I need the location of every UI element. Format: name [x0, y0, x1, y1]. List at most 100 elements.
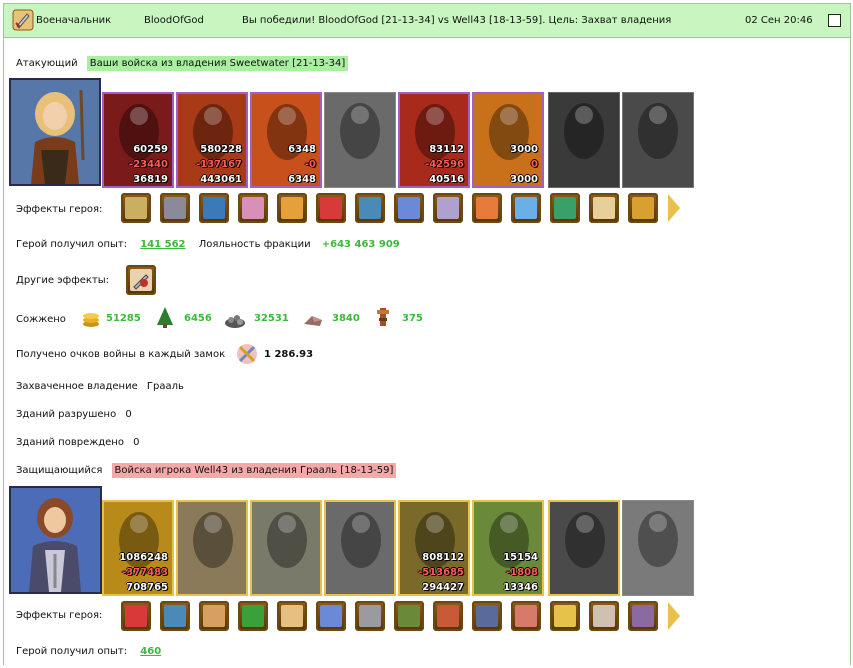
star-effect-icon[interactable]	[550, 193, 580, 223]
question-effect-icon	[515, 197, 537, 219]
dice-effect-icon[interactable]	[121, 601, 151, 631]
unit-image	[267, 512, 307, 568]
helmet-effect-icon	[359, 605, 381, 627]
armor-effect-icon[interactable]	[160, 193, 190, 223]
helmet-effect-icon[interactable]	[355, 601, 385, 631]
unit-count-n1: 1086248	[119, 552, 168, 563]
defender-exp-value[interactable]: 460	[140, 646, 161, 657]
other-effect-icon[interactable]	[126, 265, 156, 295]
unit-count-n2: -377483	[122, 567, 168, 578]
amulet-effect-icon[interactable]	[394, 601, 424, 631]
defender-label: Защищающийся	[16, 465, 103, 476]
unit-image	[340, 103, 380, 159]
unit-count-n2: -513685	[418, 567, 464, 578]
unit-count-n3: 36819	[133, 174, 168, 185]
unit-card[interactable]: 3000 0 3000	[472, 92, 544, 188]
unit-image	[565, 512, 605, 568]
scroll-right-arrow-icon[interactable]	[668, 602, 680, 630]
orb-effect-icon	[203, 197, 225, 219]
ore-icon	[225, 315, 245, 328]
crest-effect-icon	[632, 605, 654, 627]
wood-tree-icon	[157, 307, 173, 328]
unit-card[interactable]: 6348 -0 6348	[250, 92, 322, 188]
bones-effect-icon	[593, 605, 615, 627]
defender-desc[interactable]: Войска игрока Well43 из владения Грааль …	[111, 463, 397, 478]
totem-icon	[377, 308, 389, 326]
shield-effect-icon	[164, 605, 186, 627]
unit-card[interactable]: 60259 -23440 36819	[102, 92, 174, 188]
cap-effect-icon	[476, 605, 498, 627]
captured-label: Захваченное владение	[16, 381, 138, 392]
heart-shield-effect-icon[interactable]	[199, 601, 229, 631]
defender-exp-label: Герой получил опыт:	[16, 646, 128, 657]
web-effect-icon[interactable]	[433, 193, 463, 223]
unit-card[interactable]: 580228 -137167 443061	[176, 92, 248, 188]
attacker-exp-value[interactable]: 141 562	[140, 239, 185, 250]
unit-card[interactable]: 1086248 -377483 708765	[102, 500, 174, 596]
handshake-effect-icon[interactable]	[277, 601, 307, 631]
unit-card[interactable]	[622, 92, 694, 188]
unit-card[interactable]	[324, 500, 396, 596]
cap-effect-icon[interactable]	[472, 601, 502, 631]
orb-effect-icon[interactable]	[199, 193, 229, 223]
attacker-hero-portrait[interactable]	[9, 78, 101, 186]
unit-count-n3: 294427	[422, 582, 464, 593]
attacker-desc[interactable]: Ваши войска из владения Sweetwater [21-1…	[86, 56, 349, 71]
bones-effect-icon[interactable]	[589, 601, 619, 631]
burned-ore: 32531	[254, 313, 289, 324]
gift-effect-icon[interactable]	[238, 193, 268, 223]
hand-effect-icon[interactable]	[316, 601, 346, 631]
gem-effect-icon[interactable]	[472, 193, 502, 223]
crest-effect-icon[interactable]	[628, 601, 658, 631]
war-points-label: Получено очков войны в каждый замок	[16, 349, 226, 360]
war-points-value: 1 286.93	[264, 349, 314, 360]
unit-count-n1: 60259	[133, 144, 168, 155]
scroll-effect-icon	[593, 197, 615, 219]
captured-value: Грааль	[146, 381, 184, 392]
chest-effect-icon[interactable]	[277, 193, 307, 223]
other-effects-label: Другие эффекты:	[16, 275, 110, 286]
claw-effect-icon[interactable]	[394, 193, 424, 223]
scroll-right-arrow-icon[interactable]	[668, 194, 680, 222]
unit-card[interactable]	[176, 500, 248, 596]
unit-count-n1: 580228	[200, 144, 242, 155]
unit-card[interactable]	[324, 92, 396, 188]
unit-card[interactable]	[548, 500, 620, 596]
shield-effect-icon[interactable]	[355, 193, 385, 223]
battle-datetime: 02 Сен 20:46	[745, 15, 813, 26]
amulet-effect-icon	[398, 605, 420, 627]
unit-card[interactable]: 15154 -1808 13346	[472, 500, 544, 596]
sword-effect-icon[interactable]	[628, 193, 658, 223]
destroyed-line: Зданий разрушено 0	[16, 409, 132, 420]
defender-hero-portrait[interactable]	[9, 486, 102, 594]
star-effect-icon	[554, 197, 576, 219]
question-effect-icon[interactable]	[511, 193, 541, 223]
heart-effect-icon[interactable]	[316, 193, 346, 223]
unit-card[interactable]	[548, 92, 620, 188]
dice-effect-icon	[125, 605, 147, 627]
unit-count-n1: 808112	[422, 552, 464, 563]
unit-count-n2: 0	[531, 159, 538, 170]
boost-effect-icon[interactable]	[121, 193, 151, 223]
unit-card[interactable]: 83112 -42596 40516	[398, 92, 470, 188]
lyre-effect-icon[interactable]	[550, 601, 580, 631]
attacker-label: Атакующий	[16, 58, 78, 69]
header-bar: Военачальник BloodOfGod Вы победили! Blo…	[4, 4, 850, 38]
scroll-effect-icon[interactable]	[589, 193, 619, 223]
attacker-line: Атакующий Ваши войска из владения Sweetw…	[16, 56, 349, 71]
unit-count-n2: -23440	[129, 159, 168, 170]
unit-count-n3: 708765	[126, 582, 168, 593]
damaged-line: Зданий повреждено 0	[16, 437, 140, 448]
player-name[interactable]: BloodOfGod	[144, 15, 204, 26]
captured-line: Захваченное владение Грааль	[16, 381, 184, 392]
ring-effect-icon[interactable]	[511, 601, 541, 631]
select-checkbox[interactable]	[828, 14, 841, 27]
shield-effect-icon[interactable]	[160, 601, 190, 631]
unit-card[interactable]: 808112 -513685 294427	[398, 500, 470, 596]
sword-effect-icon	[632, 197, 654, 219]
unit-card[interactable]	[250, 500, 322, 596]
sword-effect-icon[interactable]	[238, 601, 268, 631]
hand-effect-icon	[320, 605, 342, 627]
unit-card[interactable]	[622, 500, 694, 596]
mask-effect-icon[interactable]	[433, 601, 463, 631]
